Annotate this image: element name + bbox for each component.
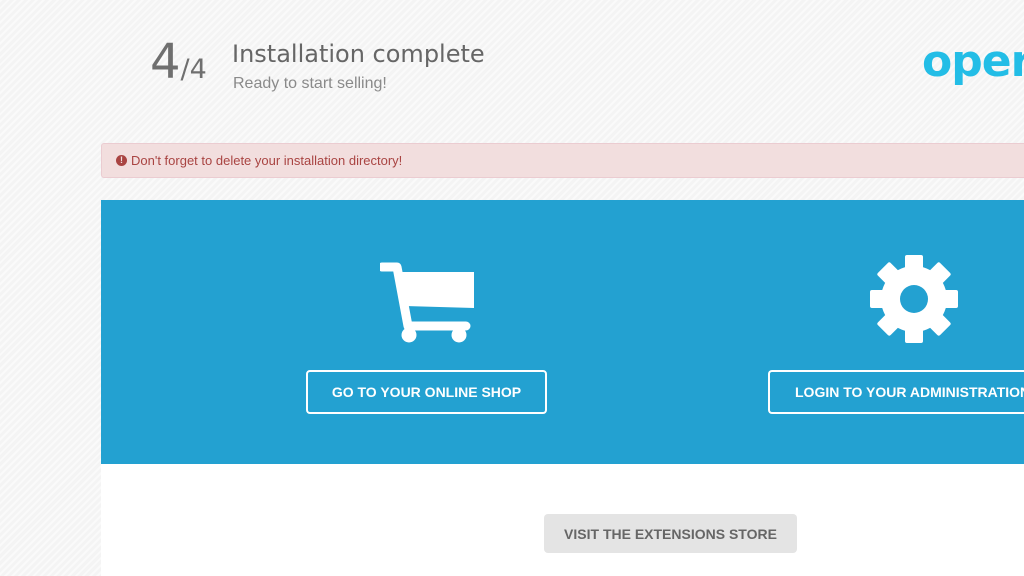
page-subtitle: Ready to start selling!	[233, 75, 387, 92]
login-admin-button[interactable]: LOGIN TO YOUR ADMINISTRATION	[768, 370, 1024, 414]
extensions-panel: VISIT THE EXTENSIONS STORE	[101, 464, 1024, 576]
shopping-cart-icon	[380, 262, 474, 343]
step-total: /4	[180, 54, 207, 85]
visit-extensions-store-button[interactable]: VISIT THE EXTENSIONS STORE	[544, 514, 797, 553]
page-title: Installation complete	[232, 40, 485, 68]
alert-message: Don't forget to delete your installation…	[131, 153, 403, 168]
warning-alert: ! Don't forget to delete your installati…	[101, 143, 1024, 178]
actions-panel: GO TO YOUR ONLINE SHOP LOGIN TO YOUR ADM…	[101, 200, 1024, 464]
step-indicator: 4/4	[150, 38, 207, 86]
go-to-shop-button[interactable]: GO TO YOUR ONLINE SHOP	[306, 370, 547, 414]
gear-icon	[870, 255, 958, 343]
exclamation-circle-icon: !	[116, 155, 127, 166]
logo: oper	[922, 36, 1024, 87]
step-current: 4	[150, 34, 181, 90]
